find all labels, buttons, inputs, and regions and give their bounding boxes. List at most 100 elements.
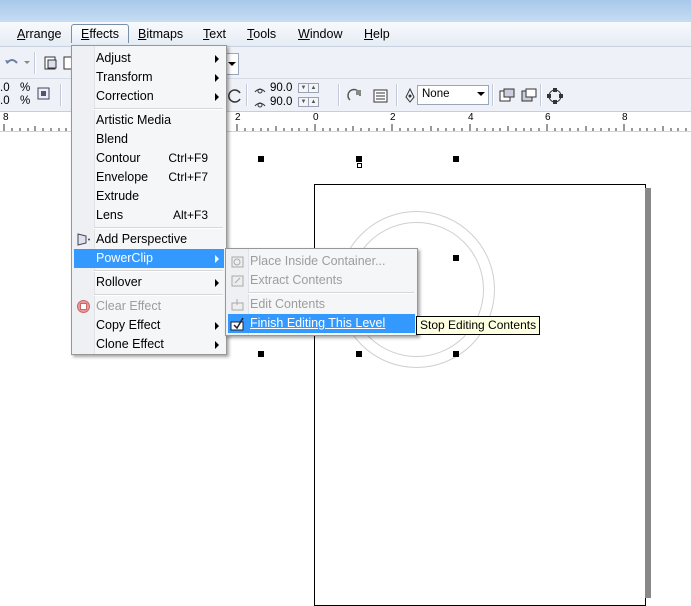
submenu-arrow-icon (215, 322, 219, 330)
menu-item-correction[interactable]: Correction (74, 87, 224, 106)
selection-handle[interactable] (356, 156, 362, 162)
menu-item-finish-editing[interactable]: Finish Editing This Level (228, 314, 415, 333)
menu-separator (248, 292, 414, 294)
ruler-label: 0 (313, 112, 319, 123)
menu-item-envelope[interactable]: Envelope Ctrl+F7 (74, 168, 224, 187)
menu-arrange[interactable]: Arrange (15, 26, 63, 42)
menu-separator (94, 270, 223, 272)
menu-separator (94, 294, 223, 296)
menu-tools[interactable]: Tools (245, 26, 278, 42)
menu-separator (94, 227, 223, 229)
toolbar-separator (60, 84, 62, 106)
selection-handle[interactable] (258, 351, 264, 357)
to-back-icon[interactable] (519, 86, 539, 106)
submenu-arrow-icon (215, 74, 219, 82)
menu-window[interactable]: Window (296, 26, 344, 42)
convert-to-curves-icon[interactable] (545, 86, 565, 106)
clear-effect-icon (77, 300, 90, 313)
scale-x-unit: % (20, 82, 31, 94)
selection-handle[interactable] (453, 255, 459, 261)
page-shadow (645, 188, 651, 598)
menu-item-clear-effect: Clear Effect (74, 297, 224, 316)
finish-editing-icon (230, 317, 244, 331)
window-title-strip (0, 0, 691, 22)
edit-contents-icon (231, 299, 244, 311)
toolbar-separator (34, 52, 36, 74)
menu-item-add-perspective[interactable]: Add Perspective (74, 230, 224, 249)
ruler-label: 6 (545, 112, 551, 123)
perspective-icon (77, 233, 90, 246)
menu-item-adjust[interactable]: Adjust (74, 49, 224, 68)
chevron-down-icon (477, 92, 485, 96)
menu-item-extract-contents: Extract Contents (228, 271, 415, 290)
rotation-value-1[interactable]: 90.0 (270, 82, 292, 94)
scale-y-value[interactable]: .0 (0, 95, 10, 107)
toolbar-separator (396, 84, 398, 106)
tooltip: Stop Editing Contents (416, 316, 541, 335)
menu-item-place-inside-container: Place Inside Container... (228, 252, 415, 271)
menu-help[interactable]: Help (362, 26, 392, 42)
zoom-dropdown[interactable] (225, 53, 239, 75)
scale-x-value[interactable]: .0 (0, 82, 10, 94)
powerclip-submenu: Place Inside Container... Extract Conten… (225, 248, 418, 336)
wrap-text-icon[interactable] (371, 86, 391, 106)
shortcut-label: Alt+F3 (172, 208, 208, 222)
menu-item-clone-effect[interactable]: Clone Effect (74, 335, 224, 354)
submenu-arrow-icon (215, 279, 219, 287)
selection-handle[interactable] (258, 156, 264, 162)
toolbar-separator (540, 84, 542, 106)
selection-handle[interactable] (453, 351, 459, 357)
menu-bar: Arrange Effects Bitmaps Text Tools Windo… (0, 22, 691, 47)
import-icon[interactable] (41, 53, 61, 73)
ruler-label: 2 (390, 112, 396, 123)
menu-item-powerclip[interactable]: PowerClip (74, 249, 224, 268)
menu-item-rollover[interactable]: Rollover (74, 273, 224, 292)
toolbar-separator (338, 84, 340, 106)
submenu-arrow-icon (215, 341, 219, 349)
toolbar-separator (492, 84, 494, 106)
rotate-icon[interactable] (226, 86, 246, 106)
toolbar-separator (246, 84, 248, 106)
effects-menu: Adjust Transform Correction Artistic Med… (71, 45, 227, 355)
menu-effects[interactable]: Effects (71, 24, 129, 43)
selection-handle[interactable] (356, 351, 362, 357)
ruler-label: 4 (468, 112, 474, 123)
angle-icon (253, 82, 267, 94)
scale-y-unit: % (20, 95, 31, 107)
center-marker (357, 163, 362, 168)
menu-item-contour[interactable]: Contour Ctrl+F9 (74, 149, 224, 168)
to-front-icon[interactable] (497, 86, 517, 106)
outline-width-value: None (422, 88, 450, 100)
spin-up-icon[interactable]: ▲ (308, 97, 319, 107)
ruler-label: 8 (3, 112, 9, 123)
shortcut-label: Ctrl+F7 (168, 170, 208, 184)
menu-item-transform[interactable]: Transform (74, 68, 224, 87)
selection-handle[interactable] (453, 156, 459, 162)
chevron-down-icon (228, 62, 236, 66)
undo-icon[interactable] (2, 53, 22, 73)
ruler-label: 8 (622, 112, 628, 123)
ruler-label: 2 (235, 112, 241, 123)
menu-item-lens[interactable]: Lens Alt+F3 (74, 206, 224, 225)
submenu-arrow-icon (215, 93, 219, 101)
spin-up-icon[interactable]: ▲ (308, 83, 319, 93)
menu-item-artistic-media[interactable]: Artistic Media (74, 111, 224, 130)
undo-dropdown-icon[interactable] (24, 61, 30, 64)
submenu-arrow-icon (215, 55, 219, 63)
submenu-arrow-icon (215, 255, 219, 263)
convert-icon[interactable] (345, 86, 365, 106)
menu-separator (94, 108, 223, 110)
extract-contents-icon (231, 275, 244, 287)
menu-item-edit-contents: Edit Contents (228, 295, 415, 314)
place-inside-icon (231, 256, 244, 268)
angle-icon (253, 96, 267, 108)
outline-width-select[interactable]: None (417, 85, 489, 105)
menu-item-extrude[interactable]: Extrude (74, 187, 224, 206)
menu-bitmaps[interactable]: Bitmaps (136, 26, 185, 42)
menu-text[interactable]: Text (201, 26, 228, 42)
shortcut-label: Ctrl+F9 (168, 151, 208, 165)
lock-ratio-icon[interactable] (34, 84, 54, 104)
menu-item-blend[interactable]: Blend (74, 130, 224, 149)
menu-item-copy-effect[interactable]: Copy Effect (74, 316, 224, 335)
rotation-value-2[interactable]: 90.0 (270, 96, 292, 108)
